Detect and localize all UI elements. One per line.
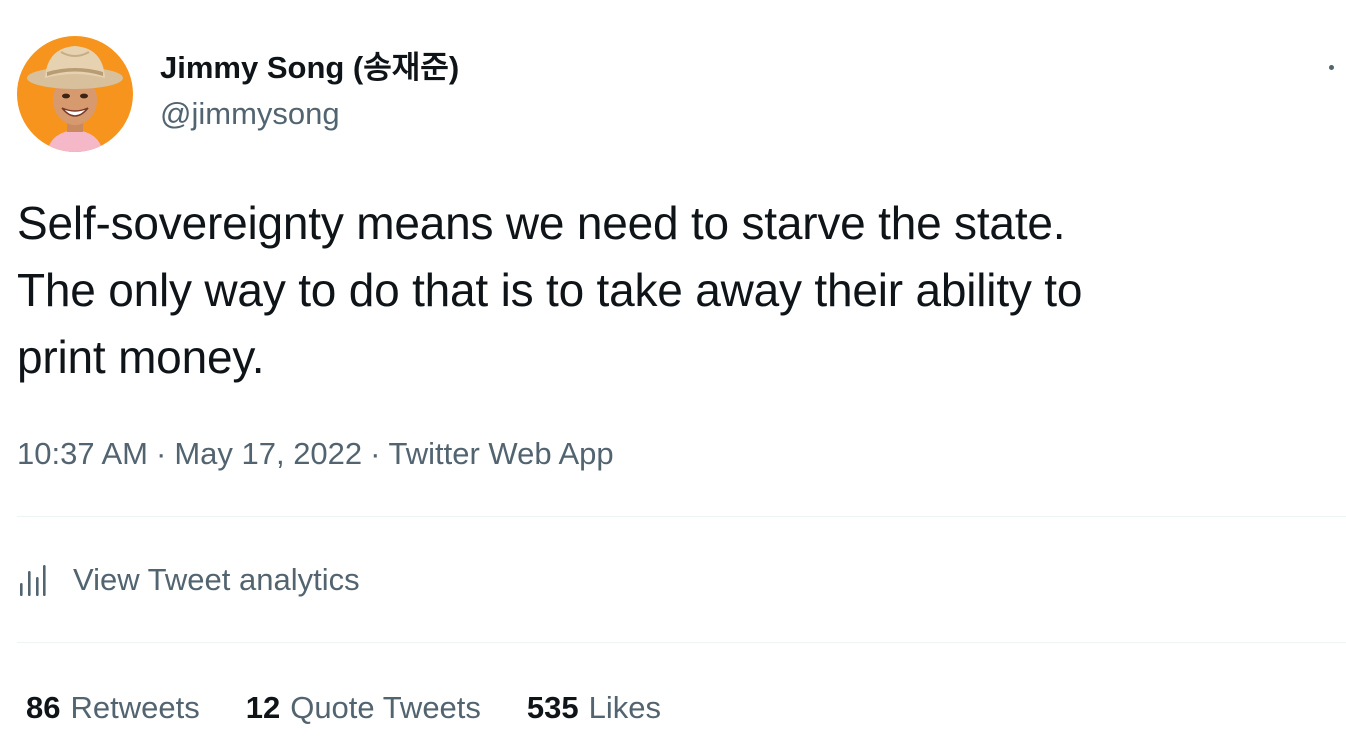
tweet-text-line: print money. [17,331,265,383]
quote-tweets-stat[interactable]: 12 Quote Tweets [246,688,481,728]
tweet-header: Jimmy Song (송재준) @jimmysong [17,36,459,152]
likes-label: Likes [588,690,662,725]
likes-count: 535 [526,690,579,725]
tweet-detail: Jimmy Song (송재준) @jimmysong Self-soverei… [0,0,1346,750]
tweet-text: Self-sovereignty means we need to starve… [17,190,1337,391]
tweet-source[interactable]: Twitter Web App [389,436,614,471]
more-dot-icon [1328,64,1334,70]
engagement-stats: 86 Retweets 12 Quote Tweets 535 Likes [26,688,661,728]
more-options-button[interactable] [1320,56,1342,78]
meta-separator: · [370,436,381,471]
likes-stat[interactable]: 535 Likes [527,688,661,728]
tweet-time[interactable]: 10:37 AM [17,436,148,471]
author-names: Jimmy Song (송재준) @jimmysong [160,48,459,134]
tweet-meta: 10:37 AM · May 17, 2022 · Twitter Web App [17,433,614,475]
quote-tweets-label: Quote Tweets [290,690,481,725]
avatar[interactable] [17,36,133,152]
tweet-text-line: Self-sovereignty means we need to starve… [17,197,1066,249]
author-display-name[interactable]: Jimmy Song (송재준) [160,48,459,88]
view-analytics-link[interactable]: View Tweet analytics [17,560,360,600]
retweets-label: Retweets [70,690,200,725]
tweet-date[interactable]: May 17, 2022 [174,436,362,471]
meta-separator: · [155,436,167,471]
analytics-label: View Tweet analytics [73,562,360,597]
author-handle[interactable]: @jimmysong [160,94,459,134]
divider [17,516,1346,517]
tweet-text-line: The only way to do that is to take away … [17,264,1083,316]
retweets-count: 86 [26,690,61,725]
quote-tweets-count: 12 [245,690,281,725]
retweets-stat[interactable]: 86 Retweets [26,688,200,728]
analytics-bars-icon [20,565,46,596]
divider [17,642,1346,643]
